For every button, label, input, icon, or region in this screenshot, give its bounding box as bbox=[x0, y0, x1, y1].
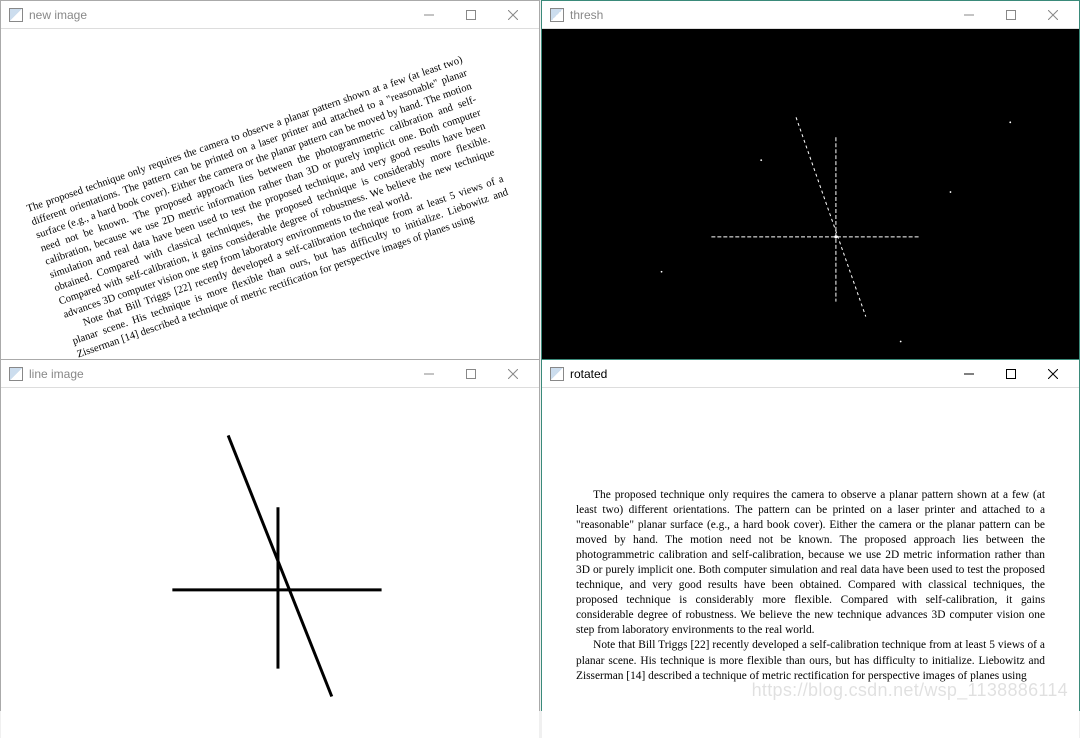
window-title: new image bbox=[29, 8, 415, 22]
window-title: rotated bbox=[570, 367, 955, 381]
minimize-button[interactable] bbox=[415, 5, 443, 25]
window-rotated: rotated The proposed technique only requ… bbox=[541, 359, 1080, 711]
maximize-button[interactable] bbox=[457, 5, 485, 25]
window-controls bbox=[415, 5, 531, 25]
maximize-button[interactable] bbox=[457, 364, 485, 384]
minimize-button[interactable] bbox=[415, 364, 443, 384]
titlebar-new-image: new image bbox=[1, 1, 539, 29]
rotated-paragraph-text: The proposed technique only requires the… bbox=[25, 54, 515, 362]
close-button[interactable] bbox=[499, 364, 527, 384]
paragraph-1: The proposed technique only requires the… bbox=[576, 488, 1045, 638]
app-icon bbox=[9, 8, 23, 22]
image-viewport-new-image: The proposed technique only requires the… bbox=[1, 29, 539, 387]
close-icon bbox=[1048, 369, 1058, 379]
titlebar-line-image: line image bbox=[1, 360, 539, 388]
window-title: thresh bbox=[570, 8, 955, 22]
titlebar-thresh: thresh bbox=[542, 1, 1079, 29]
minimize-button[interactable] bbox=[955, 364, 983, 384]
close-icon bbox=[508, 10, 518, 20]
minimize-icon bbox=[964, 10, 974, 20]
maximize-icon bbox=[466, 10, 476, 20]
close-button[interactable] bbox=[1039, 364, 1067, 384]
titlebar-rotated: rotated bbox=[542, 360, 1079, 388]
image-viewport-line-image bbox=[1, 388, 539, 738]
close-button[interactable] bbox=[1039, 5, 1067, 25]
window-controls bbox=[955, 364, 1071, 384]
app-icon bbox=[9, 367, 23, 381]
minimize-icon bbox=[424, 369, 434, 379]
line-plot bbox=[1, 388, 539, 738]
window-new-image: new image The proposed technique only re… bbox=[0, 0, 540, 360]
close-icon bbox=[1048, 10, 1058, 20]
app-icon bbox=[550, 8, 564, 22]
image-viewport-thresh bbox=[542, 29, 1079, 387]
window-title: line image bbox=[29, 367, 415, 381]
maximize-icon bbox=[1006, 369, 1016, 379]
paragraph-2: Note that Bill Triggs [22] recently deve… bbox=[576, 638, 1045, 683]
window-controls bbox=[415, 364, 531, 384]
image-viewport-rotated: The proposed technique only requires the… bbox=[542, 388, 1079, 738]
window-thresh: thresh bbox=[541, 0, 1080, 360]
close-icon bbox=[508, 369, 518, 379]
app-icon bbox=[550, 367, 564, 381]
maximize-icon bbox=[1006, 10, 1016, 20]
thresh-plot bbox=[542, 29, 1079, 387]
window-line-image: line image bbox=[0, 359, 540, 711]
maximize-icon bbox=[466, 369, 476, 379]
minimize-icon bbox=[424, 10, 434, 20]
maximize-button[interactable] bbox=[997, 5, 1025, 25]
close-button[interactable] bbox=[499, 5, 527, 25]
minimize-icon bbox=[964, 369, 974, 379]
maximize-button[interactable] bbox=[997, 364, 1025, 384]
minimize-button[interactable] bbox=[955, 5, 983, 25]
window-controls bbox=[955, 5, 1071, 25]
